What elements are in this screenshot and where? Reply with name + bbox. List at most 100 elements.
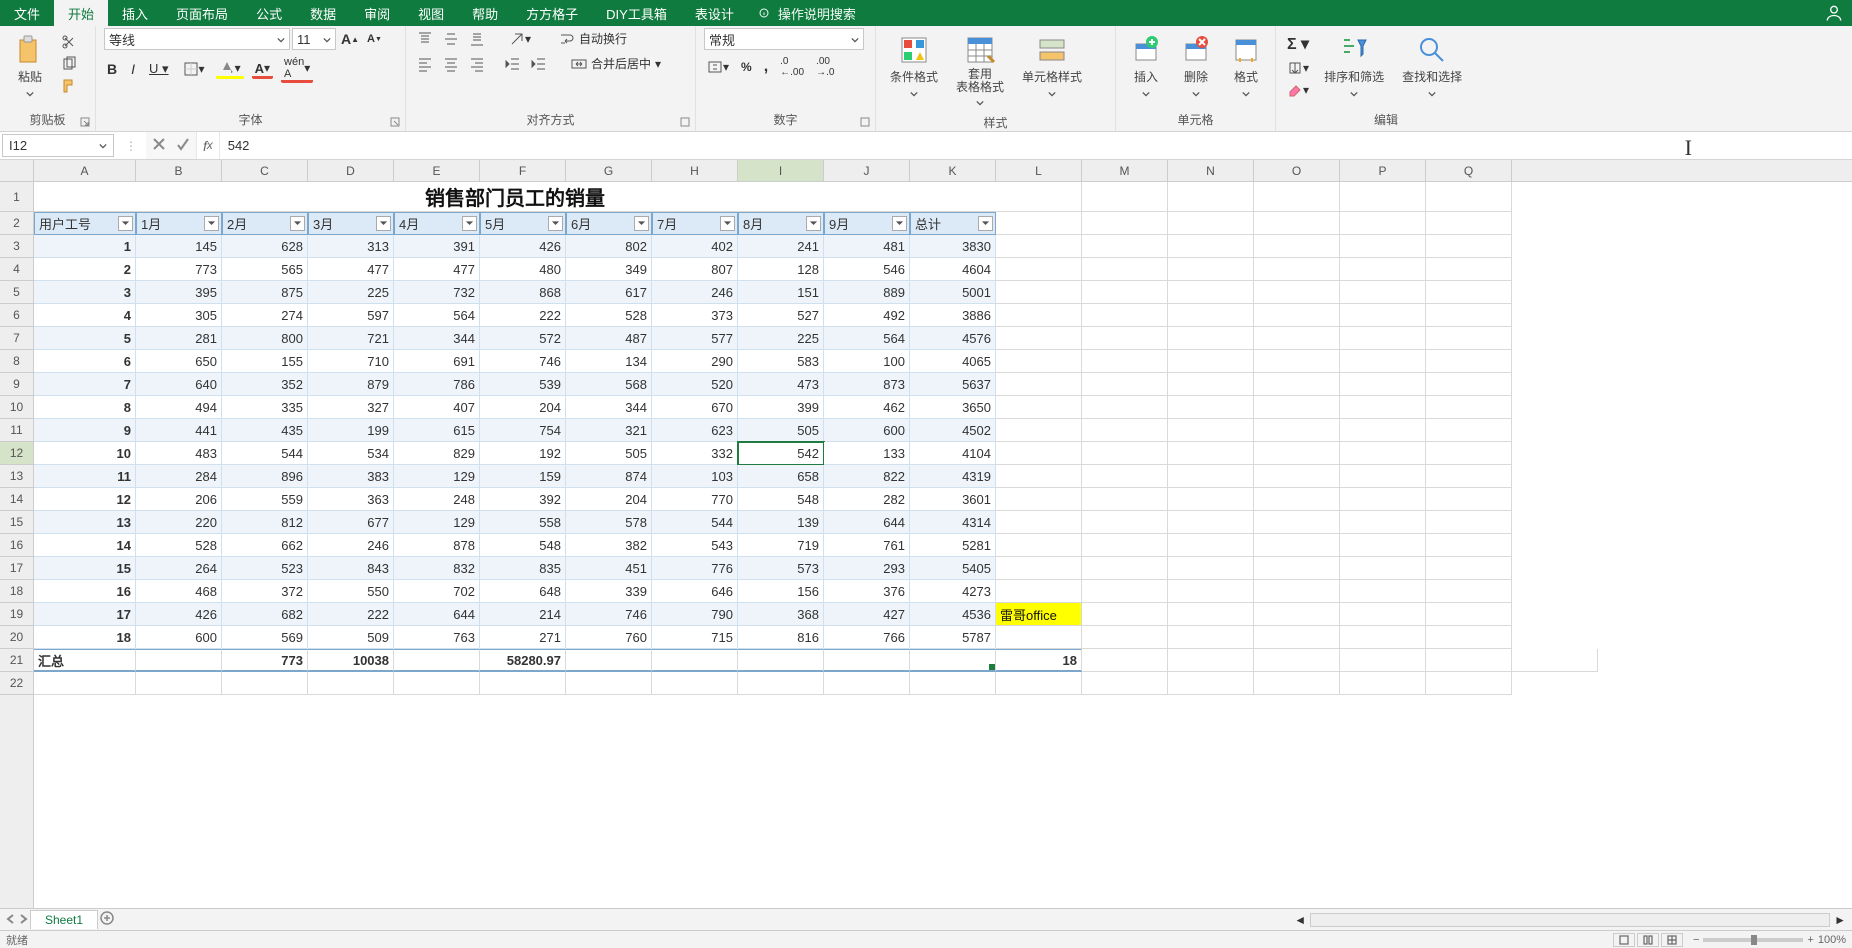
fill-button[interactable]: ▾ [1284,58,1312,78]
filter-button[interactable] [892,216,907,231]
data-cell[interactable]: 564 [824,327,910,350]
row-header-8[interactable]: 8 [0,350,33,373]
row-headers[interactable]: 12345678910111213141516171819202122 [0,182,34,920]
data-cell[interactable]: 16 [34,580,136,603]
cell[interactable] [996,182,1082,212]
cell[interactable] [1340,672,1426,695]
data-cell[interactable]: 896 [222,465,308,488]
data-cell[interactable]: 274 [222,304,308,327]
cell[interactable] [1340,304,1426,327]
table-header-10[interactable]: 总计 [910,212,996,235]
cell[interactable] [1340,488,1426,511]
cancel-formula-icon[interactable] [152,137,166,154]
cell[interactable] [1254,258,1340,281]
table-header-0[interactable]: 用户工号 [34,212,136,235]
cell[interactable] [1082,465,1168,488]
delete-cells-button[interactable]: 删除 [1174,32,1218,103]
filter-button[interactable] [806,216,821,231]
cell[interactable] [1340,350,1426,373]
cell[interactable] [1254,488,1340,511]
cell[interactable] [1340,419,1426,442]
cell[interactable] [1082,281,1168,304]
data-cell[interactable]: 8 [34,396,136,419]
cell[interactable] [996,235,1082,258]
cell[interactable] [1254,396,1340,419]
col-header-N[interactable]: N [1168,160,1254,181]
zoom-in-button[interactable]: + [1807,934,1813,946]
cell[interactable] [1082,373,1168,396]
italic-button[interactable]: I [128,59,138,79]
cell[interactable] [1426,350,1512,373]
data-cell[interactable]: 376 [824,580,910,603]
col-header-L[interactable]: L [996,160,1082,181]
data-cell[interactable]: 807 [652,258,738,281]
data-cell[interactable]: 155 [222,350,308,373]
data-cell[interactable]: 786 [394,373,480,396]
cell[interactable] [480,672,566,695]
cell[interactable] [1168,511,1254,534]
cell[interactable] [1168,373,1254,396]
data-cell[interactable]: 477 [308,258,394,281]
copy-button[interactable] [58,54,80,74]
row-header-17[interactable]: 17 [0,557,33,580]
filter-button[interactable] [376,216,391,231]
tab-help[interactable]: 帮助 [458,0,512,26]
data-cell[interactable]: 816 [738,626,824,649]
zoom-control[interactable]: − + 100% [1693,934,1846,946]
cell[interactable] [1340,580,1426,603]
row-header-10[interactable]: 10 [0,396,33,419]
cell[interactable] [1254,304,1340,327]
cell[interactable] [1082,557,1168,580]
filter-button[interactable] [978,216,993,231]
col-header-M[interactable]: M [1082,160,1168,181]
data-cell[interactable]: 17 [34,603,136,626]
cell[interactable] [1340,182,1426,212]
data-cell[interactable]: 5405 [910,557,996,580]
data-cell[interactable]: 12 [34,488,136,511]
cell[interactable] [1340,557,1426,580]
fx-icon[interactable]: fx [197,132,220,159]
data-cell[interactable]: 5 [34,327,136,350]
wrap-text-button[interactable]: 自动换行 [556,28,630,49]
cell[interactable] [1340,442,1426,465]
cell[interactable] [1168,442,1254,465]
cell[interactable] [1168,534,1254,557]
data-cell[interactable]: 4502 [910,419,996,442]
data-cell[interactable]: 372 [222,580,308,603]
data-cell[interactable]: 564 [394,304,480,327]
phonetic-button[interactable]: wénA▾ [281,54,313,83]
col-header-J[interactable]: J [824,160,910,181]
cell[interactable] [1254,442,1340,465]
data-cell[interactable]: 3886 [910,304,996,327]
cell[interactable] [1082,304,1168,327]
cell[interactable] [996,534,1082,557]
data-cell[interactable]: 5787 [910,626,996,649]
cell[interactable] [1426,258,1512,281]
data-cell[interactable]: 682 [222,603,308,626]
cell[interactable] [1254,511,1340,534]
data-cell[interactable]: 339 [566,580,652,603]
data-cell[interactable]: 368 [738,603,824,626]
filter-button[interactable] [118,216,133,231]
data-cell[interactable]: 402 [652,235,738,258]
cell[interactable] [1168,350,1254,373]
row-header-2[interactable]: 2 [0,212,33,235]
cell[interactable] [1426,672,1512,695]
data-cell[interactable]: 363 [308,488,394,511]
cell[interactable] [738,672,824,695]
table-header-5[interactable]: 5月 [480,212,566,235]
col-header-K[interactable]: K [910,160,996,181]
data-cell[interactable]: 192 [480,442,566,465]
row-header-7[interactable]: 7 [0,327,33,350]
cell[interactable] [1340,373,1426,396]
data-cell[interactable]: 225 [738,327,824,350]
data-cell[interactable]: 264 [136,557,222,580]
data-cell[interactable]: 327 [308,396,394,419]
data-cell[interactable]: 4 [34,304,136,327]
cell[interactable] [1082,580,1168,603]
cell[interactable] [996,465,1082,488]
row-header-15[interactable]: 15 [0,511,33,534]
cell[interactable] [1340,396,1426,419]
cell[interactable] [1254,603,1340,626]
totals-cell[interactable] [394,649,480,672]
